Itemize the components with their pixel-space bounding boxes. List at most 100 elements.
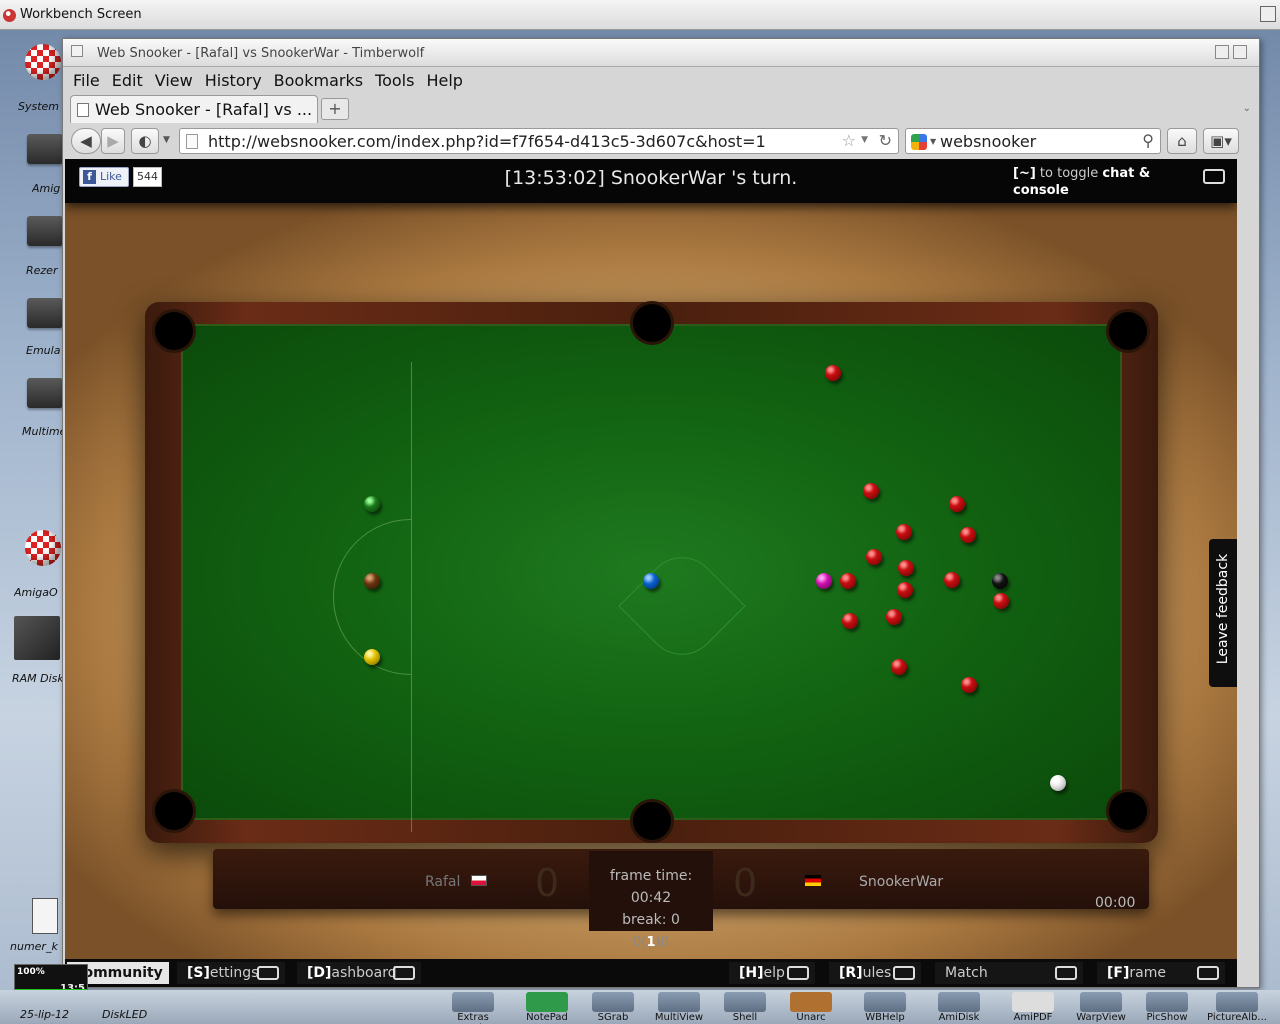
taskbar-item[interactable]: AmiPDF	[1000, 990, 1066, 1024]
bookmarks-menu-button[interactable]: ▣▾	[1203, 128, 1239, 154]
boing-ball-icon	[25, 530, 61, 566]
tab-label: Web Snooker - [Rafal] vs ...	[95, 100, 313, 119]
germany-flag-icon	[805, 875, 821, 886]
shell-icon	[724, 992, 766, 1012]
search-icon[interactable]: ⚲	[1142, 131, 1154, 150]
tab-bar: Web Snooker - [Rafal] vs ... + ⌄	[67, 95, 1255, 123]
frames-score: 0(1)0	[625, 935, 677, 950]
red-ball	[961, 677, 977, 693]
taskbar-label: NotePad	[526, 1012, 568, 1023]
window-close-button[interactable]	[71, 45, 83, 57]
frame-info-box: frame time: 00:42 break: 0	[589, 851, 713, 931]
menu-help[interactable]: Help	[420, 69, 468, 93]
drive-gamepad-icon	[27, 298, 63, 328]
frame-button[interactable]: [F]rame	[1097, 962, 1225, 984]
taskbar-item[interactable]: WBHelp	[852, 990, 918, 1024]
match-button[interactable]: Match	[935, 962, 1083, 984]
taskbar-item[interactable]: MultiView	[646, 990, 712, 1024]
camera-icon	[592, 992, 634, 1012]
window-depth-button[interactable]	[1233, 45, 1247, 59]
help-button[interactable]: [H]elp	[729, 962, 815, 984]
dashboard-label: ashboard	[331, 965, 397, 981]
cue-ball	[1050, 775, 1066, 791]
window-title-bar[interactable]: Web Snooker - [Rafal] vs SnookerWar - Ti…	[63, 39, 1259, 67]
history-dropdown-icon[interactable]: ▼	[163, 135, 170, 145]
toggle-text-console: console	[1013, 183, 1069, 198]
toggle-text-bold: chat &	[1102, 166, 1151, 181]
desktop-icon-label: numer_k	[10, 940, 58, 953]
taskbar-item[interactable]: WarpView	[1068, 990, 1134, 1024]
match-toggle-icon	[1055, 966, 1077, 980]
taskbar-item[interactable]: AmiDisk	[926, 990, 992, 1024]
new-tab-button[interactable]: +	[321, 98, 349, 120]
frames-right: )0	[655, 935, 669, 950]
rules-button[interactable]: [R]ules	[829, 962, 921, 984]
dashboard-key: [D]	[307, 965, 332, 981]
search-engine-dropdown-icon[interactable]: ▼	[930, 137, 936, 146]
game-bottom-bar: Community [S]ettings [D]ashboard [H]elp …	[65, 959, 1237, 987]
menu-bookmarks[interactable]: Bookmarks	[268, 69, 369, 93]
taskbar: Extras Instal... NotePad SGrab MultiView…	[0, 990, 1280, 1024]
green-ball	[364, 496, 380, 512]
match-label: Match	[945, 965, 988, 981]
red-ball	[897, 582, 913, 598]
menu-file[interactable]: File	[67, 69, 106, 93]
pocket-top-left	[155, 312, 193, 350]
table-cloth[interactable]	[181, 324, 1122, 832]
window-zoom-button[interactable]	[1215, 45, 1229, 59]
diskled-percent: 100%	[17, 967, 45, 977]
pocket-bottom-middle	[633, 802, 671, 840]
snooker-table[interactable]	[145, 302, 1158, 843]
pocket-top-right	[1109, 312, 1147, 350]
url-bar[interactable]: http://websnooker.com/index.php?id=f7f65…	[179, 128, 899, 154]
ascii-document-icon	[32, 898, 58, 934]
shot-clock: 00:00	[1095, 895, 1136, 911]
rules-toggle-icon	[893, 966, 915, 980]
taskbar-item[interactable]: NotePad	[514, 990, 580, 1024]
menu-edit[interactable]: Edit	[106, 69, 149, 93]
player2-name: SnookerWar	[859, 874, 944, 890]
search-bar[interactable]: ▼ websnooker ⚲	[905, 128, 1161, 154]
tab-web-snooker[interactable]: Web Snooker - [Rafal] vs ...	[70, 95, 318, 123]
menu-view[interactable]: View	[149, 69, 199, 93]
tab-list-chevron-icon[interactable]: ⌄	[1243, 103, 1251, 114]
bookmark-star-icon[interactable]: ☆	[842, 131, 856, 150]
screen-depth-gadget[interactable]	[1260, 6, 1276, 22]
taskbar-item[interactable]: PicShow	[1134, 990, 1200, 1024]
rules-key: [R]	[839, 965, 863, 981]
red-ball	[891, 659, 907, 675]
google-icon	[911, 134, 927, 150]
frame-label: rame	[1129, 965, 1166, 981]
red-ball	[960, 527, 976, 543]
boing-ball-icon	[25, 44, 61, 80]
menu-bar: File Edit View History Bookmarks Tools H…	[67, 69, 469, 93]
frame-time-value: 00:42	[630, 890, 672, 906]
player1-name: Rafal	[425, 874, 461, 890]
rules-label: ules	[862, 965, 892, 981]
leave-feedback-tab[interactable]: Leave feedback	[1209, 539, 1237, 687]
taskbar-item[interactable]: Shell	[712, 990, 778, 1024]
identity-button[interactable]: ◐	[131, 128, 159, 154]
url-dropdown-icon[interactable]: ▼	[861, 135, 868, 145]
wbhelp-icon	[864, 992, 906, 1012]
game-top-bar: Like 544 [13:53:02] SnookerWar 's turn. …	[65, 159, 1237, 203]
menu-history[interactable]: History	[199, 69, 268, 93]
forward-button[interactable]: ▶	[101, 128, 125, 154]
red-ball	[993, 593, 1009, 609]
help-key: [H]	[739, 965, 764, 981]
window-title: Web Snooker - [Rafal] vs SnookerWar - Ti…	[97, 46, 425, 61]
taskbar-item[interactable]: Extras Instal...	[440, 990, 506, 1024]
back-button[interactable]: ◀	[71, 128, 101, 154]
taskbar-item[interactable]: Unarc	[778, 990, 844, 1024]
dashboard-button[interactable]: [D]ashboard	[297, 962, 421, 984]
taskbar-label: MultiView	[654, 1012, 704, 1023]
home-icon: ⌂	[1177, 132, 1187, 150]
reload-icon[interactable]: ↻	[879, 131, 892, 150]
home-button[interactable]: ⌂	[1167, 128, 1197, 154]
taskbar-item[interactable]: SGrab	[580, 990, 646, 1024]
taskbar-item[interactable]: PictureAlb...	[1202, 990, 1272, 1024]
chat-toggle-button[interactable]	[1203, 169, 1225, 184]
feedback-label: Leave feedback	[1215, 553, 1231, 665]
menu-tools[interactable]: Tools	[369, 69, 420, 93]
settings-button[interactable]: [S]ettings	[177, 962, 285, 984]
